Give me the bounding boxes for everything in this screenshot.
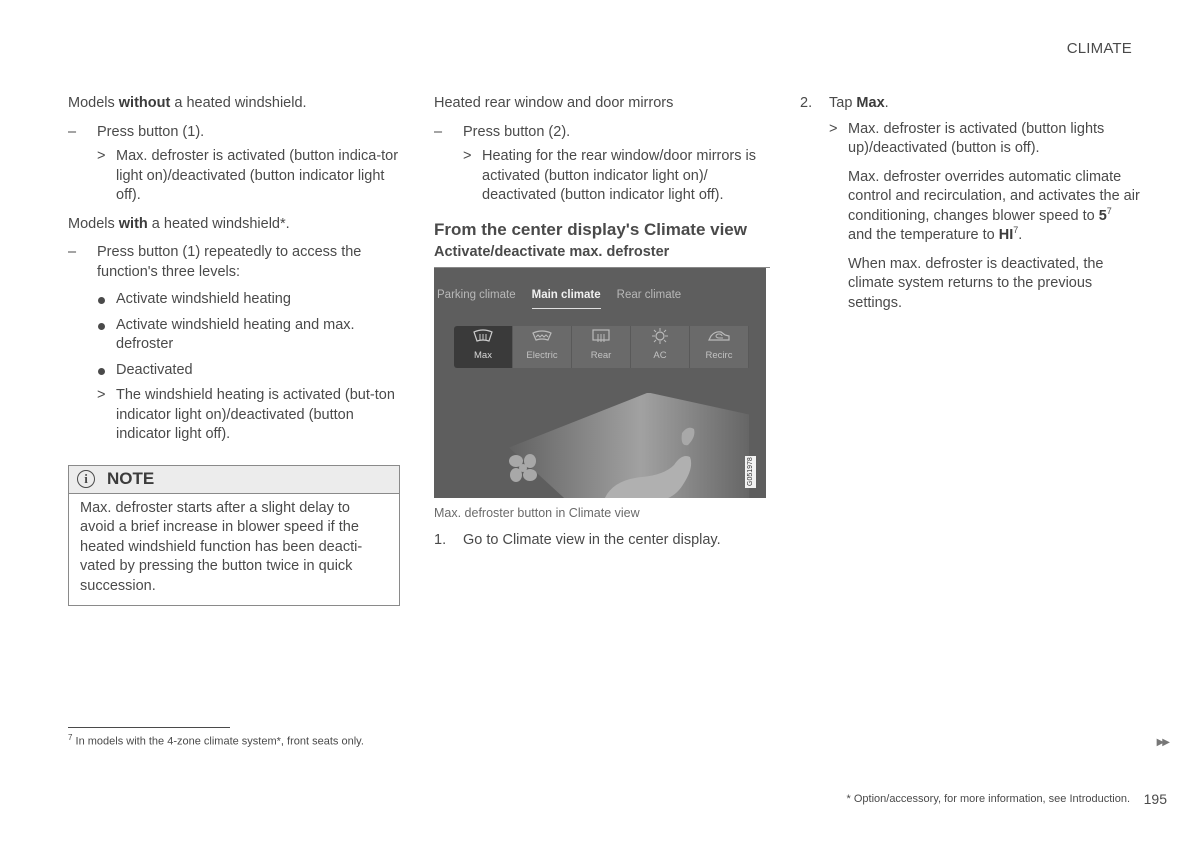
footnote-divider (68, 727, 230, 728)
climate-tabs: Parking climate Main climate Rear climat… (437, 286, 682, 309)
result-windshield-heating: > The windshield heating is activated (bu… (97, 387, 395, 442)
column-2: Heated rear window and door mirrors – Pre… (434, 94, 770, 556)
seat-icon (604, 427, 695, 498)
intro-without: Models without a heated windshield. (68, 95, 307, 111)
option-note: * Option/accessory, for more information… (846, 793, 1130, 805)
section-title: CLIMATE (1066, 40, 1132, 57)
tab-parking-climate: Parking climate (437, 288, 516, 301)
electric-windshield-icon (532, 330, 552, 341)
recirculation-icon (708, 330, 730, 341)
figure-code: G051978 (745, 455, 756, 488)
result-max-defroster: > Max. defroster is activated (button ind… (97, 148, 399, 203)
result-rear-heating: > Heating for the rear window/door mirror… (463, 148, 756, 203)
note-body: Max. defroster starts after a slight del… (80, 499, 363, 594)
list-item: Deactivated (68, 361, 403, 381)
note-box: i NOTE Max. defroster starts after a sli… (68, 464, 400, 606)
max-defrost-icon (473, 329, 493, 342)
step-press-button-1: – Press button (1). (68, 123, 205, 140)
column-3: 2. Tap Max. > Max. defroster is activated … (800, 94, 1140, 322)
continue-arrows-icon: ▶▶ (1156, 737, 1170, 748)
note-title: NOTE (107, 469, 155, 489)
tab-main-climate: Main climate (531, 286, 601, 309)
step-press-button-1-repeatedly: – Press button (1) repeatedly to access t… (68, 244, 362, 280)
electric-windshield-button: Electric (513, 325, 572, 368)
ac-button: AC (631, 325, 690, 368)
intro-rear-window: Heated rear window and door mirrors (434, 95, 674, 111)
max-defrost-button: Max (454, 325, 513, 368)
paragraph-deactivated: When max. defroster is deactivated, the … (848, 255, 1104, 311)
list-item: Activate windshield heating (68, 290, 403, 310)
subheading-max-defroster: Activate/deactivate max. defroster (434, 243, 770, 268)
climate-button-row: Max Electric Rear AC Recirc (454, 325, 749, 368)
rear-defrost-icon (592, 329, 610, 342)
ac-snowflake-icon (652, 327, 668, 344)
fan-icon (509, 453, 537, 482)
heading-climate-view: From the center display's Climate view (434, 219, 747, 239)
info-icon: i (77, 470, 95, 488)
rear-defrost-button: Rear (572, 325, 631, 368)
paragraph-overrides: Max. defroster overrides automatic clima… (848, 168, 1140, 244)
footnote: 7 In models with the 4-zone climate syst… (68, 733, 364, 748)
numbered-step-1: 1. Go to Climate view in the center displ… (434, 532, 721, 548)
note-header: i NOTE (69, 465, 399, 494)
numbered-step-2: 2. Tap Max. (800, 95, 889, 111)
page-number: 195 (1143, 791, 1167, 807)
result-max-activated: > Max. defroster is activated (button lig… (829, 120, 1105, 157)
intro-with: Models with a heated windshield*. (68, 215, 290, 232)
column-1: Models without a heated windshield. – Pre… (68, 94, 403, 606)
climate-view-figure: Parking climate Main climate Rear climat… (434, 267, 766, 498)
list-item: Activate windshield heating and max. def… (68, 316, 403, 355)
figure-caption: Max. defroster button in Climate view (434, 505, 640, 520)
step-press-button-2: – Press button (2). (434, 123, 571, 140)
tab-rear-climate: Rear climate (616, 288, 682, 301)
recirc-button: Recirc (690, 325, 749, 368)
